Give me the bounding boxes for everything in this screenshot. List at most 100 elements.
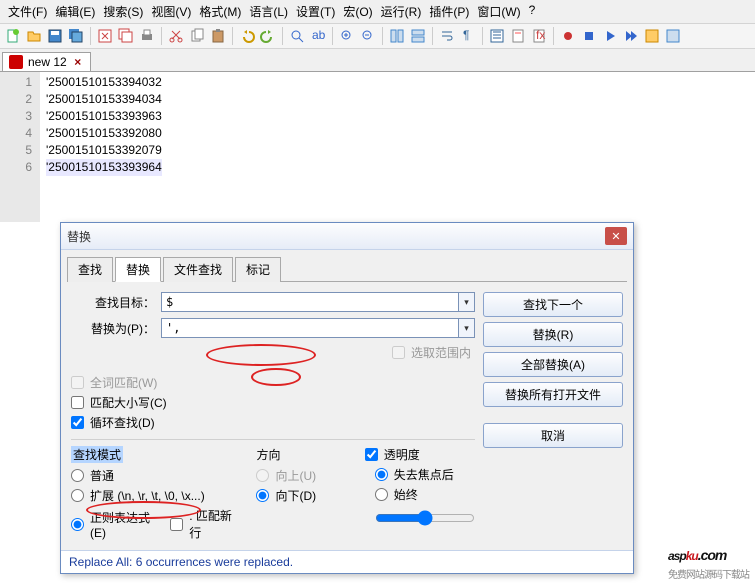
save-macro-icon[interactable]: [643, 27, 661, 45]
dialog-titlebar[interactable]: 替换 ✕: [61, 223, 633, 250]
trans-always-label: 始终: [394, 486, 418, 503]
file-icon: [9, 55, 23, 69]
print-icon[interactable]: [138, 27, 156, 45]
menu-edit[interactable]: 编辑(E): [55, 3, 95, 20]
replace-label: 替换为(P)：: [71, 320, 161, 337]
zoom-out-icon[interactable]: [359, 27, 377, 45]
mode-extended-radio[interactable]: [71, 489, 84, 502]
transparency-slider[interactable]: [375, 510, 475, 526]
mode-regex-radio[interactable]: [71, 518, 84, 531]
tab-find[interactable]: 查找: [67, 257, 113, 282]
match-newline-label: . 匹配新行: [189, 507, 236, 541]
menu-run[interactable]: 运行(R): [381, 3, 422, 20]
menu-plugins[interactable]: 插件(P): [429, 3, 469, 20]
wrap-icon[interactable]: [438, 27, 456, 45]
edit-macro-icon[interactable]: [664, 27, 682, 45]
transparency-checkbox[interactable]: [365, 448, 378, 461]
match-case-checkbox[interactable]: [71, 396, 84, 409]
whole-word-checkbox: [71, 376, 84, 389]
code-area[interactable]: '25001510153394032 '25001510153394034 '2…: [40, 72, 162, 222]
file-tab[interactable]: new 12 ×: [2, 52, 91, 71]
play-multi-icon[interactable]: [622, 27, 640, 45]
undo-icon[interactable]: [238, 27, 256, 45]
find-icon[interactable]: [288, 27, 306, 45]
find-input[interactable]: [161, 292, 459, 312]
zoom-in-icon[interactable]: [338, 27, 356, 45]
cancel-button[interactable]: 取消: [483, 423, 623, 448]
code-line: '25001510153393963: [46, 108, 162, 125]
code-line: '25001510153393964: [46, 159, 162, 176]
mode-normal-radio[interactable]: [71, 469, 84, 482]
indent-guide-icon[interactable]: [488, 27, 506, 45]
in-selection-checkbox: [392, 346, 405, 359]
save-icon[interactable]: [46, 27, 64, 45]
menu-bar: 文件(F) 编辑(E) 搜索(S) 视图(V) 格式(M) 语言(L) 设置(T…: [0, 0, 755, 24]
code-line: '25001510153392080: [46, 125, 162, 142]
wrap-checkbox[interactable]: [71, 416, 84, 429]
trans-onlose-radio[interactable]: [375, 468, 388, 481]
play-icon[interactable]: [601, 27, 619, 45]
trans-onlose-label: 失去焦点后: [394, 466, 454, 483]
close-icon[interactable]: [96, 27, 114, 45]
menu-help[interactable]: ?: [529, 3, 536, 20]
logo-tagline: 免费网站源码下载站: [668, 566, 749, 581]
svg-text:fx: fx: [536, 28, 545, 42]
logo-tld: .com: [698, 547, 727, 563]
mode-extended-label: 扩展 (\n, \r, \t, \0, \x...): [90, 487, 205, 504]
logo-text-b: ku: [686, 549, 698, 563]
dialog-status: Replace All: 6 occurrences were replaced…: [61, 550, 633, 573]
sync-v-icon[interactable]: [388, 27, 406, 45]
save-all-icon[interactable]: [67, 27, 85, 45]
replace-input[interactable]: [161, 318, 459, 338]
paste-icon[interactable]: [209, 27, 227, 45]
dir-down-label: 向下(D): [275, 487, 316, 504]
copy-icon[interactable]: [188, 27, 206, 45]
dir-down-radio[interactable]: [256, 489, 269, 502]
wrap-label: 循环查找(D): [90, 414, 155, 431]
replace-icon[interactable]: ab: [309, 27, 327, 45]
find-dropdown-icon[interactable]: [459, 292, 475, 312]
show-all-icon[interactable]: ¶: [459, 27, 477, 45]
editor[interactable]: 123456 '25001510153394032 '2500151015339…: [0, 72, 755, 222]
code-line: '25001510153394032: [46, 74, 162, 91]
stop-icon[interactable]: [580, 27, 598, 45]
close-tab-icon[interactable]: ×: [72, 56, 84, 68]
func-list-icon[interactable]: fx: [530, 27, 548, 45]
replace-all-button[interactable]: 全部替换(A): [483, 352, 623, 377]
new-file-icon[interactable]: [4, 27, 22, 45]
menu-search[interactable]: 搜索(S): [103, 3, 143, 20]
find-label: 查找目标：: [71, 294, 161, 311]
menu-language[interactable]: 语言(L): [249, 3, 288, 20]
doc-map-icon[interactable]: [509, 27, 527, 45]
svg-text:ab: ab: [312, 28, 326, 42]
whole-word-label: 全词匹配(W): [90, 374, 157, 391]
menu-view[interactable]: 视图(V): [151, 3, 191, 20]
menu-file[interactable]: 文件(F): [8, 3, 47, 20]
dir-up-label: 向上(U): [275, 467, 316, 484]
redo-icon[interactable]: [259, 27, 277, 45]
dialog-close-icon[interactable]: ✕: [605, 227, 627, 245]
close-all-icon[interactable]: [117, 27, 135, 45]
watermark-logo: aspku.com 免费网站源码下载站: [668, 540, 749, 581]
in-selection-label: 选取范围内: [411, 344, 471, 361]
sync-h-icon[interactable]: [409, 27, 427, 45]
tab-mark[interactable]: 标记: [235, 257, 281, 282]
replace-dialog: 替换 ✕ 查找 替换 文件查找 标记 查找目标： 替换为(P)：: [60, 222, 634, 574]
tab-findinfiles[interactable]: 文件查找: [163, 257, 233, 282]
replace-button[interactable]: 替换(R): [483, 322, 623, 347]
menu-macro[interactable]: 宏(O): [343, 3, 372, 20]
replace-all-open-button[interactable]: 替换所有打开文件: [483, 382, 623, 407]
find-next-button[interactable]: 查找下一个: [483, 292, 623, 317]
record-icon[interactable]: [559, 27, 577, 45]
menu-format[interactable]: 格式(M): [199, 3, 241, 20]
replace-dropdown-icon[interactable]: [459, 318, 475, 338]
menu-window[interactable]: 窗口(W): [477, 3, 520, 20]
cut-icon[interactable]: [167, 27, 185, 45]
match-newline-checkbox[interactable]: [170, 518, 183, 531]
trans-always-radio[interactable]: [375, 488, 388, 501]
menu-settings[interactable]: 设置(T): [296, 3, 335, 20]
tab-replace[interactable]: 替换: [115, 257, 161, 282]
transparency-title: 透明度: [384, 446, 420, 463]
open-file-icon[interactable]: [25, 27, 43, 45]
dialog-tabs: 查找 替换 文件查找 标记: [67, 256, 627, 282]
